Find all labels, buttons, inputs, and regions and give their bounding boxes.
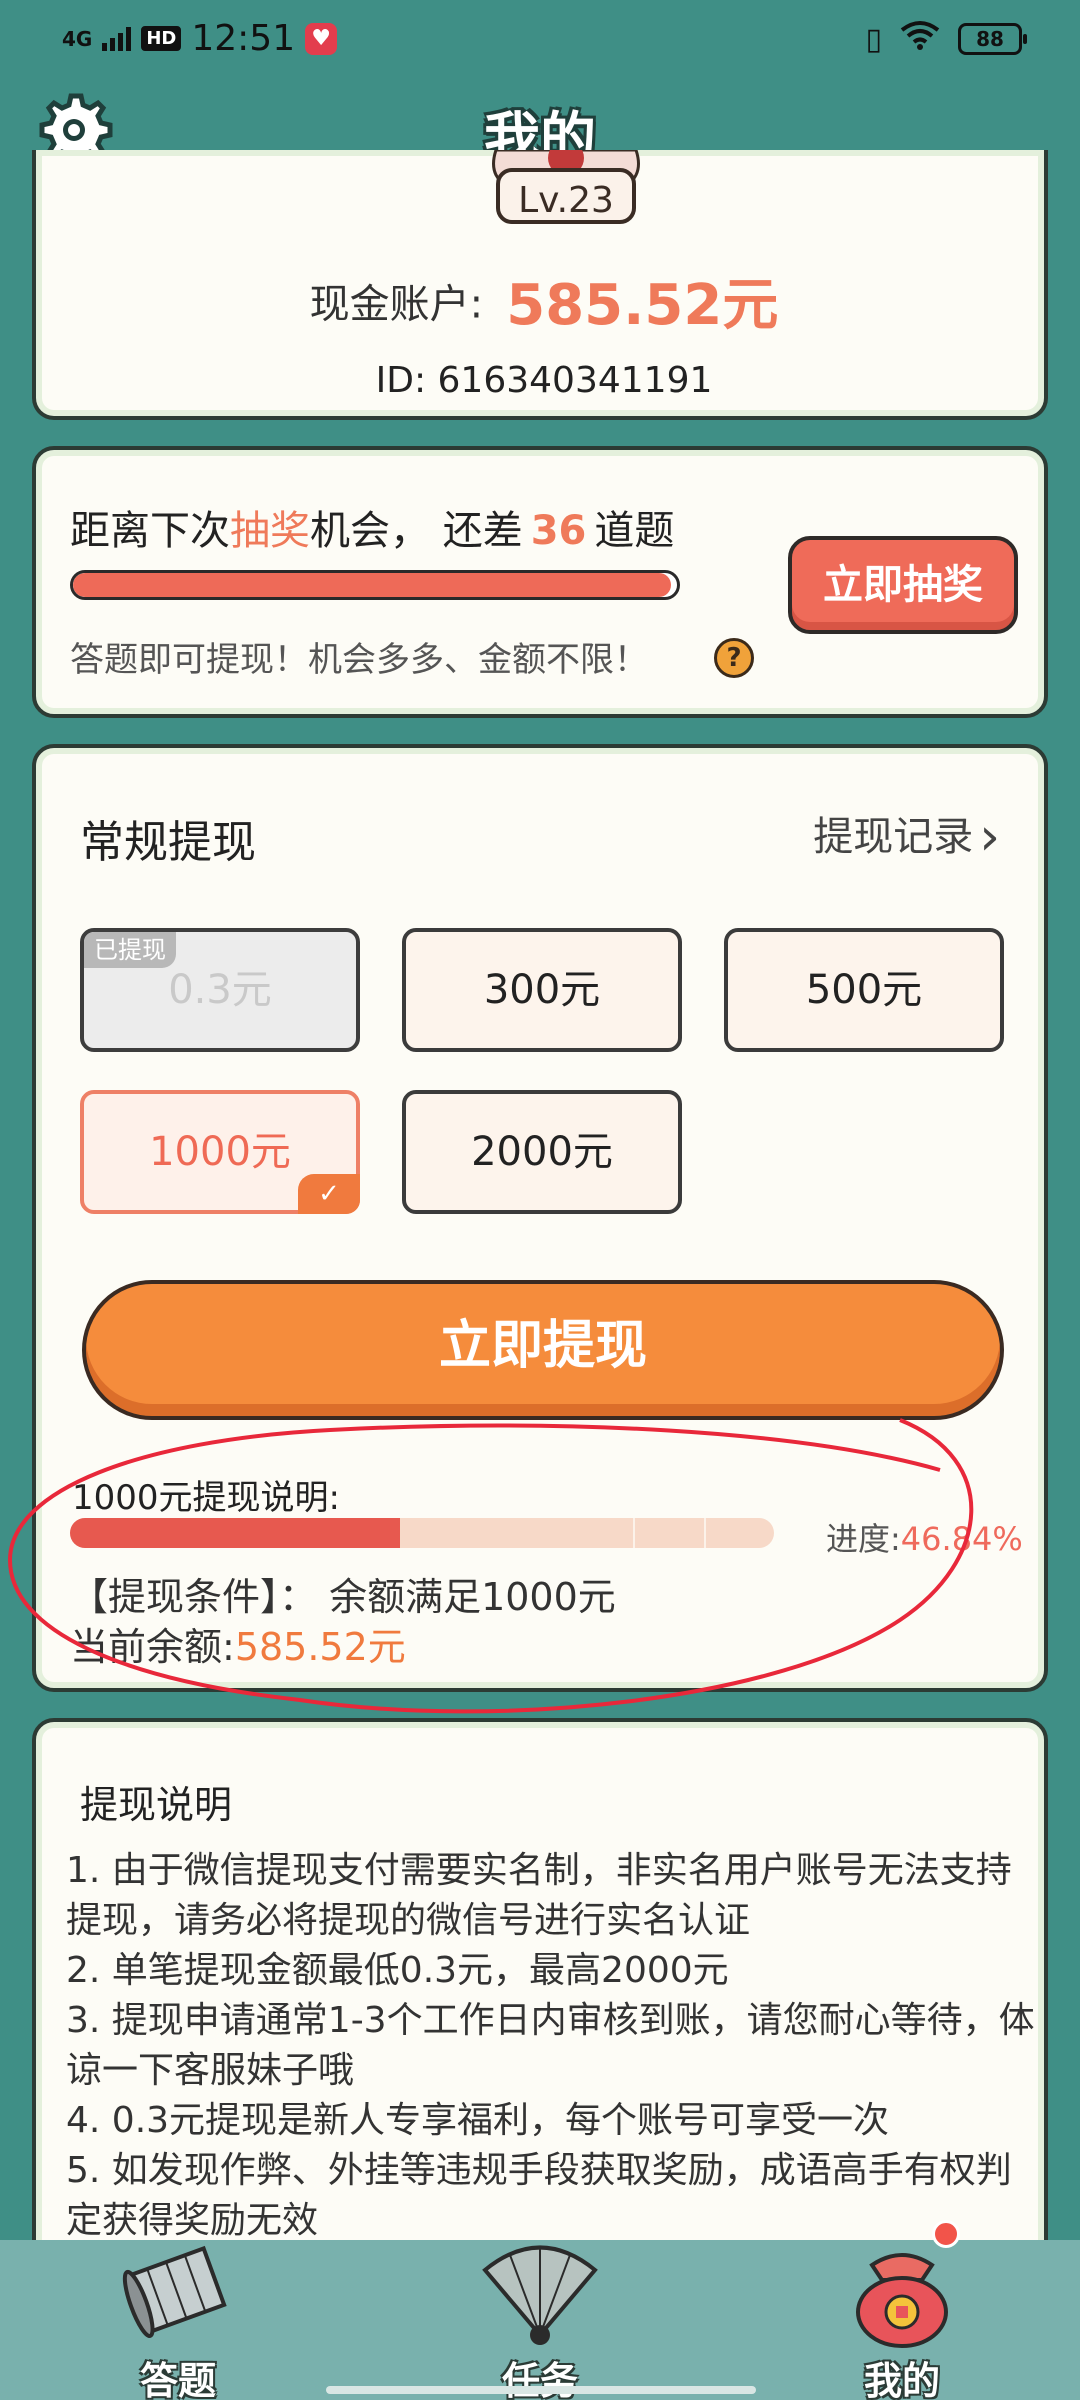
withdraw-history-label: 提现记录 — [813, 814, 974, 860]
lucky-bag-icon — [856, 2253, 948, 2348]
amount-label: 0.3元 — [168, 967, 272, 1013]
bottom-nav: 答题 任务 我的 — [0, 2240, 1080, 2400]
nav-item-tasks[interactable]: 任务 — [420, 2240, 660, 2400]
hd-icon: HD — [141, 26, 182, 51]
amount-option-0.3[interactable]: 已提现 0.3元 — [80, 928, 360, 1052]
nav-label: 答题 — [139, 2359, 216, 2400]
withdraw-card: 常规提现 提现记录 › 已提现 0.3元 300元 500元 1000元 ✓ 20… — [32, 744, 1048, 1692]
balance-value: 585.52元 — [234, 1625, 406, 1669]
account-card: Lv.23 现金账户: 585.52元 ID: 616340341191 — [32, 150, 1048, 420]
lottery-text-middle: 机会， 还差 — [310, 508, 523, 554]
withdraw-progress-fill — [70, 1518, 400, 1548]
nav-label: 我的 — [863, 2359, 940, 2400]
health-app-icon: ♥ — [305, 22, 338, 55]
notes-item: 5. 如发现作弊、外挂等违规手段获取奖励，成语高手有权判定获得奖励无效 — [66, 2150, 1012, 2241]
amount-option-2000[interactable]: 2000元 — [402, 1090, 682, 1214]
notes-list: 1. 由于微信提现支付需要实名制，非实名用户账号无法支持提现，请务必将提现的微信… — [66, 1846, 1046, 2246]
nav-item-answer[interactable]: 答题 — [58, 2240, 298, 2400]
amount-option-500[interactable]: 500元 — [724, 928, 1004, 1052]
progress-value: 46.84% — [900, 1520, 1023, 1558]
battery-icon: 88 — [958, 23, 1027, 55]
explain-title: 1000元提现说明: — [72, 1478, 340, 1518]
check-icon: ✓ — [298, 1174, 360, 1214]
scroll-icon — [122, 2245, 227, 2339]
help-icon[interactable]: ? — [714, 638, 754, 678]
lottery-tip: 答题即可提现！机会多多、金额不限！ — [70, 640, 648, 680]
wifi-icon — [900, 20, 940, 58]
nav-item-mine[interactable]: 我的 — [782, 2240, 1022, 2400]
balance-label: 当前余额: — [70, 1625, 235, 1669]
lottery-text-before: 距离下次 — [70, 508, 230, 554]
notes-item: 2. 单笔提现金额最低0.3元，最高2000元 — [66, 1950, 729, 1991]
draw-now-button[interactable]: 立即抽奖 — [788, 536, 1018, 634]
withdraw-history-link[interactable]: 提现记录 › — [813, 804, 1000, 867]
withdraw-title: 常规提现 — [80, 817, 256, 868]
withdraw-progress-bar — [70, 1518, 774, 1548]
notes-item: 4. 0.3元提现是新人专享福利，每个账号可享受一次 — [66, 2100, 890, 2141]
notification-dot — [932, 2220, 960, 2248]
notes-item: 3. 提现申请通常1-3个工作日内审核到账，请您耐心等待，体谅一下客服妹子哦 — [66, 2000, 1035, 2091]
amount-label: 300元 — [483, 967, 601, 1013]
signal-icon — [102, 26, 132, 51]
amount-label: 1000元 — [149, 1129, 291, 1175]
clock: 12:51 — [191, 18, 296, 59]
notes-item: 1. 由于微信提现支付需要实名制，非实名用户账号无法支持提现，请务必将提现的微信… — [66, 1850, 1012, 1941]
withdraw-now-button[interactable]: 立即提现 — [82, 1280, 1004, 1420]
current-balance: 当前余额:585.52元 — [70, 1616, 406, 1671]
lottery-remaining-count: 36 — [530, 508, 587, 554]
amount-label: 2000元 — [471, 1129, 613, 1175]
vibrate-icon: ▯ — [865, 21, 882, 57]
user-id: ID: 616340341191 — [375, 360, 713, 401]
fan-icon — [482, 2245, 598, 2345]
lottery-card: 距离下次抽奖机会， 还差 36 道题 立即抽奖 答题即可提现！机会多多、金额不限！ … — [32, 446, 1048, 718]
notes-title: 提现说明 — [80, 1783, 233, 1827]
status-bar: 4G HD 12:51 ♥ ▯ 88 — [0, 0, 1080, 80]
progress-label-text: 进度: — [826, 1520, 901, 1558]
cash-row: 现金账户: 585.52元 — [36, 260, 1052, 341]
lottery-text-highlight: 抽奖 — [230, 508, 310, 554]
level-label: Lv.23 — [518, 180, 614, 221]
lottery-progress-bar — [70, 570, 680, 600]
lottery-text-after: 道题 — [594, 508, 675, 554]
chevron-right-icon: › — [979, 807, 1000, 867]
progress-segment-divider — [704, 1518, 706, 1548]
amount-option-300[interactable]: 300元 — [402, 928, 682, 1052]
progress-label: 进度:46.84% — [826, 1514, 1023, 1560]
cash-label: 现金账户: — [309, 281, 484, 328]
progress-segment-divider — [633, 1518, 635, 1548]
lottery-progress-fill — [73, 573, 671, 597]
lottery-info: 距离下次抽奖机会， 还差 36 道题 — [70, 498, 674, 556]
home-indicator[interactable] — [326, 2386, 756, 2394]
cash-value: 585.52元 — [506, 273, 779, 338]
network-type: 4G — [62, 26, 93, 51]
amount-label: 500元 — [805, 967, 923, 1013]
withdraw-condition: 【提现条件】： 余额满足1000元 — [70, 1575, 616, 1619]
withdrawn-tag: 已提现 — [84, 932, 176, 968]
amount-option-1000[interactable]: 1000元 ✓ — [80, 1090, 360, 1214]
